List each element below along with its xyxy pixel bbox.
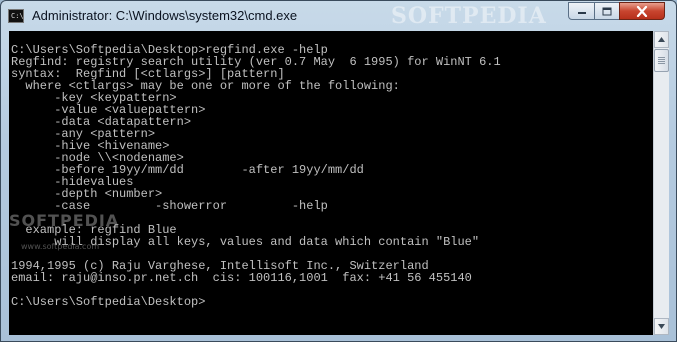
softpedia-url-watermark: www.softpedia.com bbox=[21, 242, 100, 251]
maximize-button[interactable] bbox=[594, 2, 620, 20]
scroll-thumb[interactable] bbox=[654, 49, 669, 72]
cmd-app-icon[interactable]: C:\ bbox=[8, 9, 24, 23]
close-icon bbox=[636, 5, 648, 17]
scroll-down-button[interactable] bbox=[654, 318, 669, 335]
console-text: C:\Users\Softpedia\Desktop>regfind.exe -… bbox=[11, 43, 501, 309]
console-output-area[interactable]: C:\Users\Softpedia\Desktop>regfind.exe -… bbox=[9, 31, 653, 335]
console-window: C:\ Administrator: C:\Windows\system32\c… bbox=[0, 0, 677, 342]
minimize-icon bbox=[577, 12, 586, 14]
close-button[interactable] bbox=[619, 2, 665, 20]
watermark-title: SOFTPEDIA bbox=[391, 3, 547, 29]
vertical-scrollbar[interactable] bbox=[653, 31, 669, 335]
minimize-button[interactable] bbox=[568, 2, 595, 20]
softpedia-watermark: SOFTPEDIA bbox=[9, 211, 120, 230]
arrow-down-icon bbox=[658, 324, 665, 329]
arrow-up-icon bbox=[658, 37, 665, 42]
grip-icon bbox=[658, 57, 665, 64]
title-bar[interactable]: C:\ Administrator: C:\Windows\system32\c… bbox=[1, 1, 676, 31]
window-title: Administrator: C:\Windows\system32\cmd.e… bbox=[32, 8, 298, 23]
maximize-icon bbox=[602, 7, 612, 15]
scroll-up-button[interactable] bbox=[654, 31, 669, 48]
